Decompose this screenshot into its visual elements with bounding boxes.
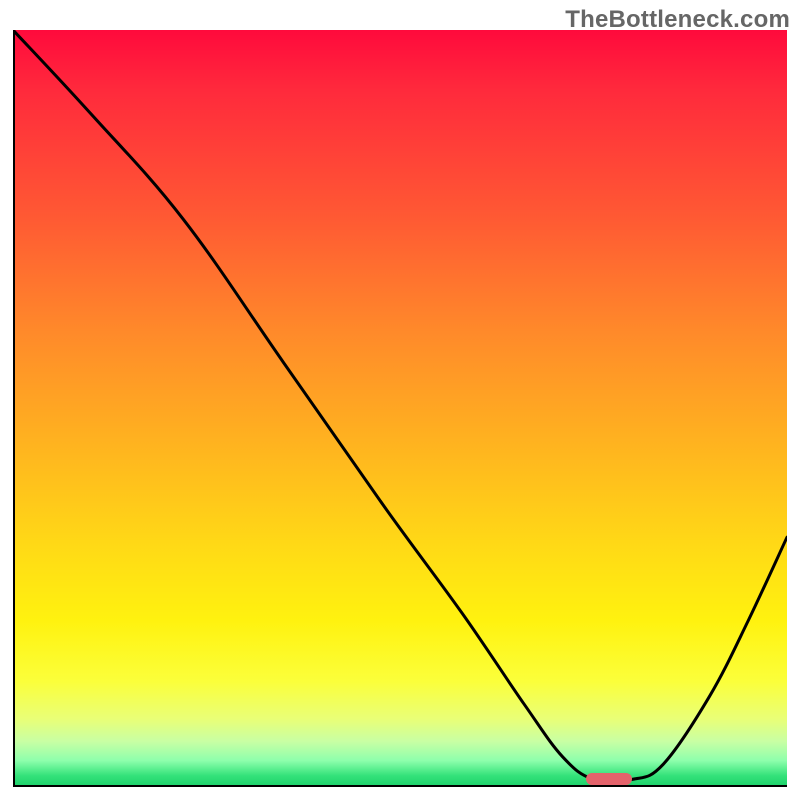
x-axis	[13, 785, 787, 787]
chart-container: TheBottleneck.com	[0, 0, 800, 800]
optimum-marker	[586, 773, 632, 785]
watermark-text: TheBottleneck.com	[565, 6, 790, 34]
bottleneck-curve	[13, 30, 787, 787]
y-axis	[13, 30, 15, 787]
plot-area	[13, 30, 787, 787]
